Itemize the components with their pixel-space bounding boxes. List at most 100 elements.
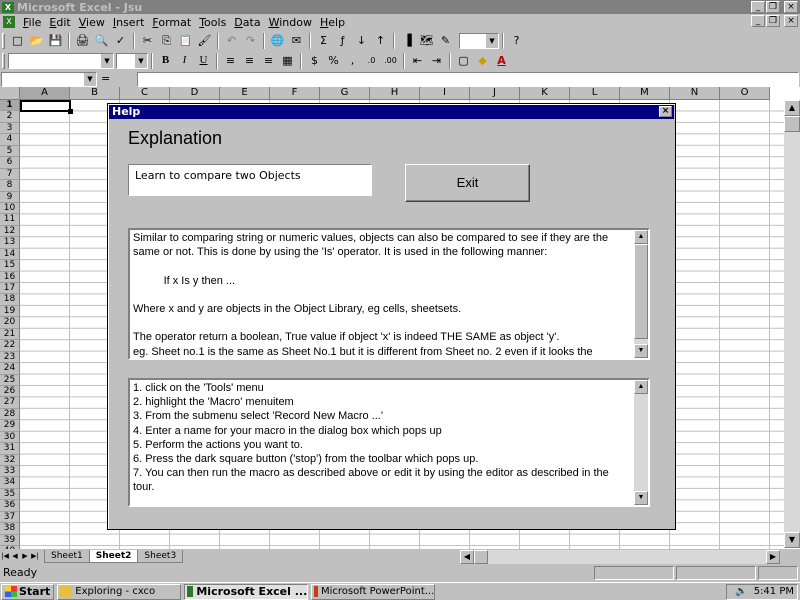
menu-insert[interactable]: Insert xyxy=(109,16,149,29)
scroll-down-icon[interactable]: ▼ xyxy=(634,344,648,358)
print-icon[interactable]: 🖨 xyxy=(73,32,92,50)
prev-sheet-icon[interactable]: ◀ xyxy=(10,551,20,563)
scroll-down-icon[interactable]: ▼ xyxy=(784,532,800,548)
steps-textbox[interactable]: 1. click on the 'Tools' menu 2. highligh… xyxy=(128,378,650,507)
currency-icon[interactable]: $ xyxy=(305,52,324,70)
chevron-down-icon[interactable]: ▼ xyxy=(84,72,96,86)
zoom-select[interactable]: ▼ xyxy=(459,33,499,49)
undo-icon[interactable]: ↶ xyxy=(222,32,241,50)
new-icon[interactable]: □ xyxy=(8,32,27,50)
column-header[interactable]: D xyxy=(170,87,220,100)
menu-format[interactable]: Format xyxy=(148,16,195,29)
last-sheet-icon[interactable]: ▶| xyxy=(30,551,40,563)
row-header[interactable]: 27 xyxy=(0,397,20,409)
row-header[interactable]: 29 xyxy=(0,420,20,432)
chart-wizard-icon[interactable]: ▐ xyxy=(398,32,417,50)
row-header[interactable]: 26 xyxy=(0,385,20,398)
column-header[interactable]: F xyxy=(270,87,320,100)
row-header[interactable]: 4 xyxy=(0,134,20,146)
workbook-restore-icon[interactable]: ❐ xyxy=(766,15,780,27)
bold-icon[interactable]: B xyxy=(156,52,175,70)
font-size-select[interactable]: ▼ xyxy=(116,53,148,69)
sheet-tab-sheet3[interactable]: Sheet3 xyxy=(137,550,184,563)
row-header[interactable]: 35 xyxy=(0,488,20,501)
row-header[interactable]: 16 xyxy=(0,271,20,283)
row-header[interactable]: 24 xyxy=(0,363,20,375)
scroll-left-icon[interactable]: ◀ xyxy=(460,549,474,564)
topic-field[interactable]: Learn to compare two Objects xyxy=(128,164,372,196)
scroll-up-icon[interactable]: ▲ xyxy=(634,380,648,394)
row-header[interactable]: 17 xyxy=(0,283,20,295)
spelling-icon[interactable]: ✓ xyxy=(111,32,130,50)
percent-icon[interactable]: % xyxy=(324,52,343,70)
align-left-icon[interactable]: ≡ xyxy=(221,52,240,70)
column-header[interactable]: N xyxy=(670,87,720,100)
sort-ascending-icon[interactable]: ↓ xyxy=(352,32,371,50)
next-sheet-icon[interactable]: ▶ xyxy=(20,551,30,563)
sheet-tab-sheet2[interactable]: Sheet2 xyxy=(88,550,139,563)
web-toolbar-icon[interactable]: ✉ xyxy=(287,32,306,50)
align-center-icon[interactable]: ≡ xyxy=(240,52,259,70)
row-header[interactable]: 33 xyxy=(0,466,20,478)
row-header[interactable]: 21 xyxy=(0,328,20,341)
task-button-powerpoint[interactable]: Microsoft PowerPoint... xyxy=(311,583,436,600)
close-icon[interactable]: × xyxy=(784,1,798,13)
menu-tools[interactable]: Tools xyxy=(195,16,230,29)
hyperlink-icon[interactable]: 🌐 xyxy=(268,32,287,50)
row-header[interactable]: 3 xyxy=(0,122,20,135)
column-header[interactable]: M xyxy=(620,87,670,100)
column-header[interactable]: G xyxy=(320,87,370,100)
decrease-decimal-icon[interactable]: .00 xyxy=(381,52,400,70)
scroll-up-icon[interactable]: ▲ xyxy=(634,230,648,244)
row-header[interactable]: 14 xyxy=(0,248,20,261)
row-header[interactable]: 12 xyxy=(0,225,20,238)
column-header[interactable]: E xyxy=(220,87,270,100)
borders-icon[interactable]: ▢ xyxy=(454,52,473,70)
formula-input[interactable] xyxy=(137,71,799,87)
map-icon[interactable]: 🗺 xyxy=(417,32,436,50)
row-header[interactable]: 6 xyxy=(0,157,20,169)
row-header[interactable]: 31 xyxy=(0,443,20,455)
scroll-thumb[interactable] xyxy=(634,244,648,339)
row-header[interactable]: 18 xyxy=(0,294,20,306)
save-icon[interactable]: 💾 xyxy=(46,32,65,50)
menu-window[interactable]: Window xyxy=(265,16,316,29)
horizontal-scroll-thumb[interactable] xyxy=(474,549,488,564)
menu-view[interactable]: View xyxy=(75,16,109,29)
row-header[interactable]: 23 xyxy=(0,351,20,364)
column-header[interactable]: L xyxy=(570,87,620,100)
exit-button[interactable]: Exit xyxy=(405,164,530,202)
row-header[interactable]: 11 xyxy=(0,214,20,226)
task-button-excel[interactable]: Microsoft Excel ... xyxy=(184,583,309,600)
row-header[interactable]: 39 xyxy=(0,534,20,547)
fill-color-icon[interactable]: ◆ xyxy=(473,52,492,70)
workbook-close-icon[interactable]: × xyxy=(784,15,798,27)
row-header[interactable]: 30 xyxy=(0,431,20,444)
menu-help[interactable]: Help xyxy=(316,16,349,29)
row-header[interactable]: 32 xyxy=(0,454,20,466)
column-header[interactable]: H xyxy=(370,87,420,100)
underline-icon[interactable]: U xyxy=(194,52,213,70)
column-header[interactable]: J xyxy=(470,87,520,100)
function-icon[interactable]: ƒ xyxy=(333,32,352,50)
row-header[interactable]: 15 xyxy=(0,260,20,272)
row-header[interactable]: 36 xyxy=(0,500,20,512)
column-header[interactable]: K xyxy=(520,87,570,100)
start-button[interactable]: Start xyxy=(1,583,55,600)
align-right-icon[interactable]: ≡ xyxy=(259,52,278,70)
merge-center-icon[interactable]: ▦ xyxy=(278,52,297,70)
increase-decimal-icon[interactable]: .0 xyxy=(362,52,381,70)
dialog-close-icon[interactable]: × xyxy=(659,106,672,117)
format-painter-icon[interactable]: 🖌 xyxy=(195,32,214,50)
comma-icon[interactable]: , xyxy=(343,52,362,70)
row-header[interactable]: 7 xyxy=(0,168,20,181)
row-header[interactable]: 1 xyxy=(0,100,20,112)
menu-edit[interactable]: Edit xyxy=(45,16,74,29)
restore-icon[interactable]: ❐ xyxy=(766,1,780,13)
volume-icon[interactable]: 🔈 xyxy=(735,585,747,599)
toolbar-grip[interactable] xyxy=(2,33,5,49)
vertical-scrollbar[interactable]: ▲ ▼ xyxy=(784,100,800,548)
first-sheet-icon[interactable]: |◀ xyxy=(0,551,10,563)
excel-icon[interactable]: X xyxy=(2,1,14,13)
decrease-indent-icon[interactable]: ⇤ xyxy=(408,52,427,70)
